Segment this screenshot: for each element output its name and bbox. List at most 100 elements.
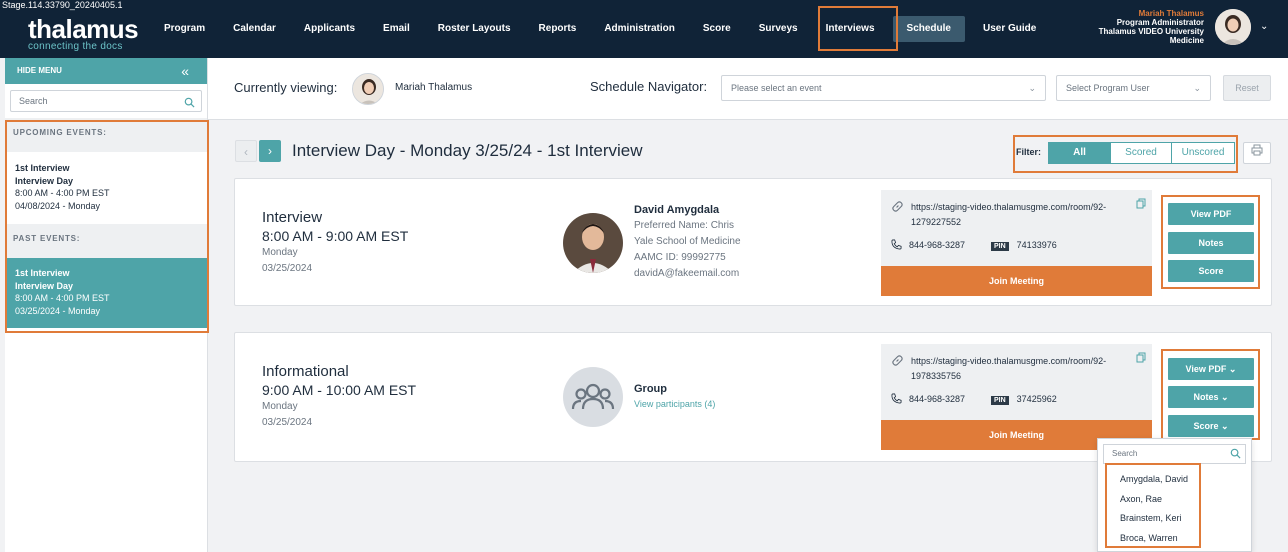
nav-roster-layouts[interactable]: Roster Layouts <box>424 16 525 42</box>
join-meeting-button[interactable]: Join Meeting <box>881 266 1152 296</box>
program-user-placeholder: Select Program User <box>1066 83 1150 93</box>
meeting-url-text: https://staging-video.thalamusgme.com/ro… <box>911 356 1107 381</box>
user-menu-chevron-icon[interactable]: ⌄ <box>1260 21 1268 32</box>
applicant-name[interactable]: David Amygdala <box>634 204 719 216</box>
past-event-item[interactable]: 1st Interview Interview Day 8:00 AM - 4:… <box>5 258 207 328</box>
meeting-url[interactable]: https://staging-video.thalamusgme.com/ro… <box>891 354 1137 384</box>
nav-administration[interactable]: Administration <box>590 16 689 42</box>
dropdown-item[interactable]: Brainstem, Keri <box>1098 509 1251 529</box>
meeting-url-text: https://staging-video.thalamusgme.com/ro… <box>911 202 1107 227</box>
build-label: Stage.114.33790_20240405.1 <box>2 0 123 10</box>
user-avatar[interactable] <box>1215 9 1251 45</box>
slot-day: Monday <box>262 401 298 412</box>
program-user-select[interactable]: Select Program User ⌄ <box>1056 75 1211 101</box>
sidebar-search-input[interactable]: Search <box>10 90 202 112</box>
user-org-dept: Medicine <box>1169 36 1204 45</box>
nav-calendar[interactable]: Calendar <box>219 16 290 42</box>
printer-icon <box>1251 143 1263 160</box>
meeting-phone: 844-968-3287 <box>891 393 965 404</box>
dropdown-item[interactable]: Amygdala, David <box>1098 470 1251 490</box>
slot-time: 9:00 AM - 10:00 AM EST <box>262 382 417 398</box>
view-participants-link[interactable]: View participants (4) <box>634 399 715 409</box>
slot-day: Monday <box>262 247 298 258</box>
view-pdf-dropdown-button[interactable]: View PDF ⌄ <box>1168 358 1254 380</box>
hide-menu-button[interactable]: HIDE MENU « <box>5 58 207 84</box>
applicant-photo <box>563 213 623 273</box>
filter-all-button[interactable]: All <box>1048 142 1111 164</box>
applicant-preferred-name: Preferred Name: Chris <box>634 220 735 231</box>
nav-surveys[interactable]: Surveys <box>745 16 812 42</box>
print-button[interactable] <box>1243 142 1271 164</box>
chevron-down-icon: ⌄ <box>1028 83 1036 93</box>
viewing-bar: Currently viewing: Mariah Thalamus Sched… <box>208 58 1288 120</box>
chevron-down-icon: ⌄ <box>1193 83 1201 93</box>
reset-button[interactable]: Reset <box>1223 75 1271 101</box>
applicant-aamc-id: AAMC ID: 99992775 <box>634 252 726 263</box>
event-title: 1st Interview <box>15 268 70 278</box>
prev-day-button[interactable]: ‹ <box>235 140 257 162</box>
notes-button[interactable]: Notes <box>1168 232 1254 254</box>
score-button[interactable]: Score <box>1168 260 1254 282</box>
slot-date: 03/25/2024 <box>262 263 313 274</box>
chevron-down-icon: ⌄ <box>1220 392 1229 402</box>
dropdown-search-input[interactable]: Search <box>1103 444 1246 464</box>
notes-label: Notes <box>1193 392 1219 402</box>
search-icon <box>184 95 195 115</box>
user-role: Program Administrator <box>1116 18 1204 27</box>
upcoming-event-item[interactable]: 1st Interview Interview Day 8:00 AM - 4:… <box>5 152 207 224</box>
event-subtitle: Interview Day <box>15 280 74 291</box>
pin-tag: PIN <box>991 242 1009 251</box>
event-time: 8:00 AM - 4:00 PM EST <box>15 293 110 303</box>
user-org: Thalamus VIDEO University <box>1098 27 1204 36</box>
meeting-url[interactable]: https://staging-video.thalamusgme.com/ro… <box>891 200 1137 230</box>
score-label: Score <box>1193 421 1219 431</box>
dropdown-item[interactable]: Axon, Rae <box>1098 490 1251 510</box>
filter-label: Filter: <box>1016 147 1042 157</box>
copy-icon[interactable] <box>1136 196 1146 214</box>
event-subtitle: Interview Day <box>15 175 74 186</box>
slot-type: Informational <box>262 363 349 380</box>
chevron-down-icon: ⌄ <box>1228 364 1237 374</box>
meeting-pin: PIN 74133976 <box>991 240 1057 251</box>
dropdown-item[interactable]: Broca, Warren <box>1098 529 1251 549</box>
next-day-button[interactable]: › <box>259 140 281 162</box>
chevron-down-icon: ⌄ <box>1220 421 1229 431</box>
nav-interviews[interactable]: Interviews <box>812 16 889 42</box>
user-info[interactable]: Mariah Thalamus Program Administrator Th… <box>1099 9 1204 45</box>
nav-program[interactable]: Program <box>150 16 219 42</box>
score-dropdown-button[interactable]: Score ⌄ <box>1168 415 1254 437</box>
link-icon <box>891 354 904 372</box>
pin-tag: PIN <box>991 396 1009 405</box>
link-icon <box>891 200 904 218</box>
notes-dropdown-button[interactable]: Notes ⌄ <box>1168 386 1254 408</box>
group-icon <box>563 367 623 427</box>
nav-reports[interactable]: Reports <box>525 16 591 42</box>
filter-scored-button[interactable]: Scored <box>1111 142 1172 164</box>
copy-icon[interactable] <box>1136 350 1146 368</box>
schedule-card-interview: Interview 8:00 AM - 9:00 AM EST Monday 0… <box>234 178 1272 306</box>
nav-email[interactable]: Email <box>369 16 424 42</box>
main-nav: Program Calendar Applicants Email Roster… <box>150 0 1050 58</box>
top-navbar: Stage.114.33790_20240405.1 thalamus conn… <box>0 0 1288 58</box>
past-events-header: PAST EVENTS: <box>5 224 207 258</box>
nav-score[interactable]: Score <box>689 16 745 42</box>
upcoming-events-header: UPCOMING EVENTS: <box>5 118 207 152</box>
logo-tagline: connecting the docs <box>28 41 123 52</box>
nav-schedule[interactable]: Schedule <box>892 16 965 42</box>
applicant-email: davidA@fakeemail.com <box>634 268 740 279</box>
event-title: 1st Interview <box>15 163 70 173</box>
nav-user-guide[interactable]: User Guide <box>969 16 1050 42</box>
slot-date: 03/25/2024 <box>262 417 313 428</box>
slot-time: 8:00 AM - 9:00 AM EST <box>262 228 409 244</box>
thalamus-logo[interactable]: thalamus connecting the docs <box>28 14 139 52</box>
meeting-pin: PIN 37425962 <box>991 394 1057 405</box>
nav-applicants[interactable]: Applicants <box>290 16 369 42</box>
event-select[interactable]: Please select an event ⌄ <box>721 75 1046 101</box>
event-time: 8:00 AM - 4:00 PM EST <box>15 188 110 198</box>
dropdown-search-placeholder: Search <box>1112 449 1138 458</box>
view-pdf-button[interactable]: View PDF <box>1168 203 1254 225</box>
meeting-phone-number: 844-968-3287 <box>909 240 966 250</box>
filter-unscored-button[interactable]: Unscored <box>1172 142 1235 164</box>
score-applicant-dropdown: Search Amygdala, David Axon, Rae Brainst… <box>1097 438 1252 552</box>
pin-value: 37425962 <box>1016 394 1057 404</box>
